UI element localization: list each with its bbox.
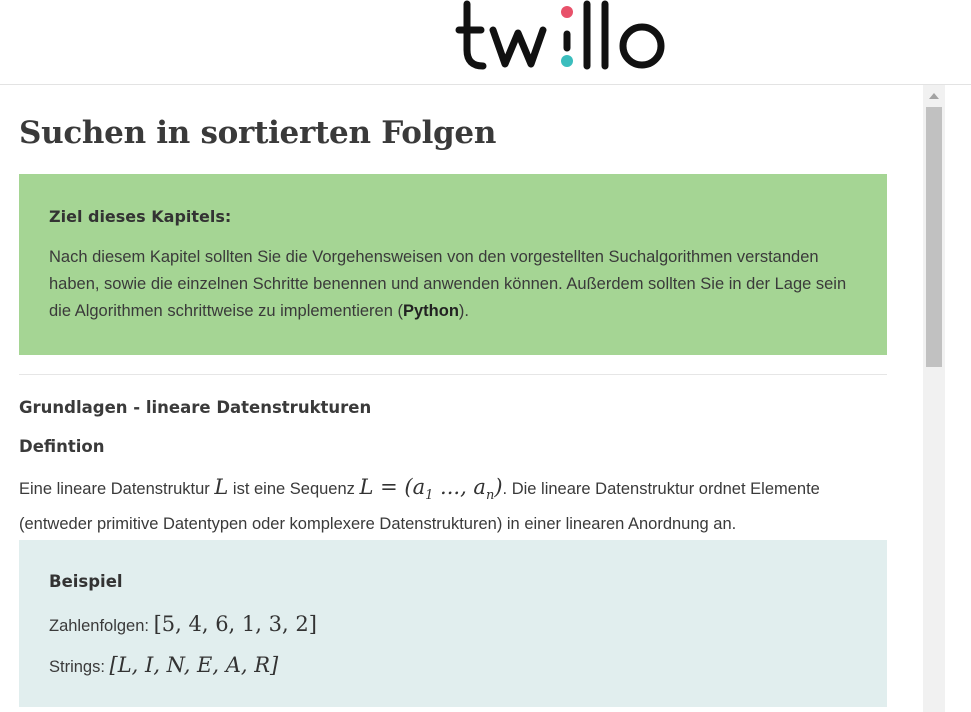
example-strings-math: [L, I, N, E, A, R] xyxy=(109,653,279,677)
chapter-goal-box: Ziel dieses Kapitels: Nach diesem Kapite… xyxy=(19,174,887,355)
math-sequence: L = (a1 ..., an) xyxy=(359,475,503,504)
definition-title: Defintion xyxy=(19,437,105,456)
logo-teal-dot xyxy=(561,55,573,67)
math-L: L xyxy=(214,475,229,499)
example-strings-label: Strings: xyxy=(49,658,110,676)
twillo-logo[interactable]: twillo xyxy=(455,0,675,76)
vertical-scrollbar[interactable] xyxy=(923,85,945,712)
scroll-thumb[interactable] xyxy=(926,107,942,367)
goal-heading: Ziel dieses Kapitels: xyxy=(49,207,232,226)
definition-text-1: Eine lineare Datenstruktur xyxy=(19,480,215,498)
site-header: twillo xyxy=(0,0,971,85)
page-title: Suchen in sortierten Folgen xyxy=(19,115,497,151)
definition-paragraph: Eine lineare Datenstruktur L ist eine Se… xyxy=(19,473,879,538)
content-frame: Suchen in sortierten Folgen Ziel dieses … xyxy=(0,85,923,712)
goal-text-python: Python xyxy=(403,302,459,320)
scroll-up-arrow-icon[interactable] xyxy=(923,85,945,105)
example-numbers-label: Zahlenfolgen: xyxy=(49,617,154,635)
logo-pink-dot xyxy=(561,6,573,18)
example-box: Beispiel Zahlenfolgen: [5, 4, 6, 1, 3, 2… xyxy=(19,540,887,707)
goal-text: Nach diesem Kapitel sollten Sie die Vorg… xyxy=(49,244,857,325)
definition-text-2: ist eine Sequenz xyxy=(228,480,360,498)
logo-text: twillo xyxy=(455,0,458,1)
section-title: Grundlagen - lineare Datenstrukturen xyxy=(19,398,372,417)
example-heading: Beispiel xyxy=(49,572,123,591)
goal-text-end: ). xyxy=(458,302,470,320)
example-numbers: Zahlenfolgen: [5, 4, 6, 1, 3, 2] xyxy=(49,605,857,646)
example-numbers-math: [5, 4, 6, 1, 3, 2] xyxy=(153,612,317,636)
example-strings: Strings: [L, I, N, E, A, R] xyxy=(49,646,857,687)
section-divider xyxy=(19,374,887,375)
